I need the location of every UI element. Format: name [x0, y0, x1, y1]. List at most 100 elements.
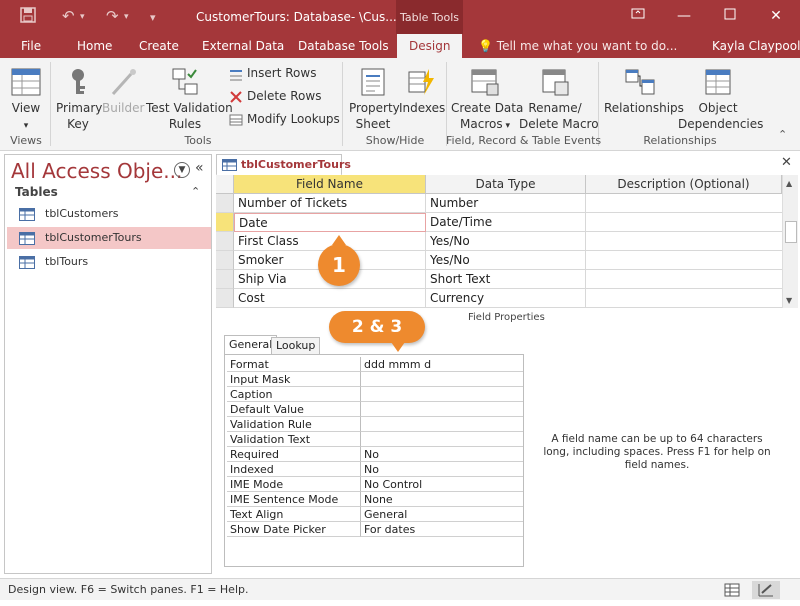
- create-data-macros-button[interactable]: Create Data Macros ▾: [451, 66, 523, 134]
- property-row: Caption: [227, 387, 523, 402]
- customize-qat-icon[interactable]: ▾: [150, 11, 156, 24]
- tab-lookup[interactable]: Lookup: [271, 337, 321, 354]
- tab-design[interactable]: Design: [397, 34, 463, 58]
- minimize-icon[interactable]: —: [674, 6, 694, 26]
- nav-item-tblcustomertours[interactable]: tblCustomerTours: [7, 227, 211, 249]
- nav-item-tbltours[interactable]: tblTours: [7, 251, 211, 273]
- indexes-button[interactable]: Indexes: [399, 66, 446, 116]
- user-account[interactable]: Kayla Claypool: [712, 34, 800, 58]
- tell-me-search[interactable]: 💡 Tell me what you want to do...: [478, 34, 677, 58]
- row-selector[interactable]: [216, 251, 234, 270]
- tab-general[interactable]: General: [224, 335, 278, 355]
- property-row: Text Align General: [227, 507, 523, 522]
- property-value[interactable]: General: [361, 507, 523, 522]
- tab-file[interactable]: File: [21, 34, 41, 58]
- property-value[interactable]: [361, 402, 523, 417]
- property-value[interactable]: None: [361, 492, 523, 507]
- delete-rows-button[interactable]: Delete Rows: [229, 86, 321, 106]
- property-row: Format ddd mmm d: [227, 357, 523, 372]
- property-value[interactable]: ddd mmm d: [361, 357, 523, 372]
- scrollbar-thumb[interactable]: [785, 221, 797, 243]
- data-type-cell[interactable]: Yes/No: [426, 232, 586, 251]
- rename-delete-macro-button[interactable]: Rename/ Delete Macro: [519, 66, 599, 132]
- view-button[interactable]: View ▾: [8, 66, 44, 134]
- test-validation-rules-button[interactable]: Test Validation Rules: [146, 66, 233, 132]
- data-type-cell[interactable]: Date/Time: [426, 213, 586, 232]
- document-tab-tblcustomertours[interactable]: tblCustomerTours: [216, 154, 351, 176]
- property-value[interactable]: [361, 387, 523, 402]
- primary-key-button[interactable]: Primary Key: [56, 66, 102, 132]
- tab-create[interactable]: Create: [139, 34, 179, 58]
- nav-menu-dropdown-icon[interactable]: ▼: [174, 162, 190, 178]
- description-cell[interactable]: [586, 213, 782, 232]
- row-selector[interactable]: [216, 232, 234, 251]
- description-cell[interactable]: [586, 270, 782, 289]
- field-properties-panel: Format ddd mmm d Input Mask Caption Defau…: [224, 354, 524, 567]
- property-value[interactable]: No Control: [361, 477, 523, 492]
- undo-dropdown-icon[interactable]: ▾: [80, 12, 85, 22]
- maximize-icon[interactable]: [720, 6, 740, 26]
- save-icon[interactable]: [20, 7, 36, 27]
- tab-home[interactable]: Home: [77, 34, 112, 58]
- redo-dropdown-icon[interactable]: ▾: [124, 12, 129, 22]
- group-separator: [342, 62, 343, 146]
- status-bar: Design view. F6 = Switch panes. F1 = Hel…: [0, 578, 800, 600]
- property-value[interactable]: [361, 372, 523, 387]
- property-value[interactable]: No: [361, 447, 523, 462]
- nav-section-tables[interactable]: Tables: [15, 185, 58, 199]
- redo-icon[interactable]: ↷: [106, 7, 119, 25]
- create-data-macros-label-2: Macros: [460, 117, 503, 131]
- field-name-cell[interactable]: Date: [234, 213, 426, 232]
- section-collapse-icon[interactable]: ⌃: [191, 185, 200, 198]
- data-type-cell[interactable]: Yes/No: [426, 251, 586, 270]
- property-value[interactable]: For dates: [361, 522, 523, 537]
- data-type-cell[interactable]: Short Text: [426, 270, 586, 289]
- object-dependencies-button[interactable]: Object Dependencies: [678, 66, 763, 132]
- datasheet-view-icon[interactable]: [718, 581, 746, 599]
- view-label: View: [11, 101, 41, 115]
- design-view-icon[interactable]: [752, 581, 780, 599]
- scroll-down-icon[interactable]: ▼: [786, 296, 792, 305]
- relationships-button[interactable]: Relationships: [604, 66, 684, 116]
- collapse-ribbon-icon[interactable]: ⌃: [778, 128, 787, 141]
- close-document-icon[interactable]: ✕: [781, 155, 792, 170]
- undo-icon[interactable]: ↶: [62, 7, 75, 25]
- ribbon-display-icon[interactable]: [628, 6, 648, 26]
- nav-item-tblcustomers[interactable]: tblCustomers: [7, 203, 211, 225]
- grid-vertical-scrollbar[interactable]: ▲ ▼: [782, 175, 798, 308]
- tab-external-data[interactable]: External Data: [202, 34, 284, 58]
- property-label: IME Mode: [227, 477, 361, 492]
- builder-button[interactable]: Builder: [102, 66, 144, 116]
- field-name-cell[interactable]: Cost: [234, 289, 426, 308]
- property-value[interactable]: No: [361, 462, 523, 477]
- description-cell[interactable]: [586, 232, 782, 251]
- tab-database-tools[interactable]: Database Tools: [298, 34, 389, 58]
- property-value[interactable]: [361, 417, 523, 432]
- description-cell[interactable]: [586, 251, 782, 270]
- description-cell[interactable]: [586, 289, 782, 308]
- step-callout-2-3: 2 & 3: [329, 311, 425, 352]
- table-row: Smoker Yes/No: [216, 251, 782, 270]
- data-type-cell[interactable]: Currency: [426, 289, 586, 308]
- description-cell[interactable]: [586, 194, 782, 213]
- indexes-label: Indexes: [399, 101, 446, 115]
- property-label: Indexed: [227, 462, 361, 477]
- row-selector[interactable]: [216, 194, 234, 213]
- create-data-macros-icon: [471, 69, 499, 96]
- row-selector[interactable]: [216, 289, 234, 308]
- field-name-cell[interactable]: Number of Tickets: [234, 194, 426, 213]
- property-value[interactable]: [361, 432, 523, 447]
- close-window-icon[interactable]: ✕: [766, 6, 786, 26]
- table-row: Number of Tickets Number: [216, 194, 782, 213]
- group-label-views: Views: [10, 134, 42, 147]
- scroll-up-icon[interactable]: ▲: [786, 179, 792, 188]
- row-selector[interactable]: [216, 270, 234, 289]
- row-selector[interactable]: [216, 213, 234, 232]
- shutter-bar-collapse-icon[interactable]: «: [195, 160, 204, 176]
- property-sheet-button[interactable]: Property Sheet: [349, 66, 400, 132]
- nav-pane-title[interactable]: All Access Obje...: [11, 159, 182, 183]
- insert-rows-button[interactable]: Insert Rows: [229, 63, 316, 83]
- data-type-cell[interactable]: Number: [426, 194, 586, 213]
- modify-lookups-button[interactable]: Modify Lookups: [229, 109, 340, 129]
- row-selector-header[interactable]: [216, 175, 234, 194]
